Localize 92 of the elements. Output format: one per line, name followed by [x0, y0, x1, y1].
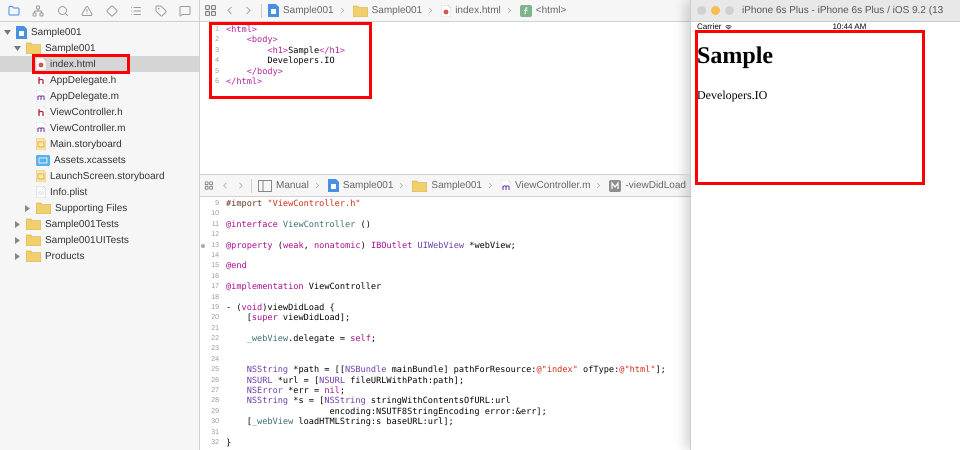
collapse-triangle-icon[interactable]: [14, 236, 20, 244]
time-label: 10:44 AM: [832, 22, 866, 32]
code-line: </html>: [225, 76, 262, 88]
code-line: </body>: [246, 66, 283, 77]
file-tree-item[interactable]: Sample001UITests: [0, 232, 199, 248]
folder-icon: [26, 250, 41, 262]
breadcrumb-item[interactable]: ViewController.m: [501, 178, 590, 193]
folder-icon[interactable]: [8, 4, 20, 16]
function-icon: [520, 4, 532, 16]
window-title: iPhone 6s Plus - iPhone 6s Plus / iOS 9.2 (13: [742, 4, 944, 18]
code-line: <body>: [246, 35, 278, 46]
file-tree-item[interactable]: index.html: [0, 56, 199, 72]
file-tree-item[interactable]: Products: [0, 248, 199, 264]
breadcrumb-item[interactable]: Sample001: [352, 3, 422, 18]
source-file-icon: [501, 180, 511, 192]
page-text: Developers.IO: [697, 87, 768, 104]
code-line: - (void)viewDidLoad {: [225, 302, 335, 314]
project-icon: [328, 179, 339, 192]
file-tree-item[interactable]: Sample001: [0, 24, 199, 40]
project-icon: [16, 26, 27, 38]
code-line: Developers.IO: [266, 56, 335, 67]
folder-icon: [352, 4, 368, 16]
file-tree-item[interactable]: Assets.xcassets: [0, 152, 199, 168]
breadcrumb-item[interactable]: Sample001: [328, 178, 394, 193]
code-line: NSString *s = [NSString stringWithContentsOfURL:url: [246, 396, 511, 407]
header-file-icon: [36, 106, 46, 118]
file-tree-item[interactable]: LaunchScreen.storyboard: [0, 168, 199, 184]
diamond-icon[interactable]: [106, 4, 118, 16]
wifi-icon: [725, 24, 732, 30]
split-view-icon: [258, 180, 272, 192]
search-icon[interactable]: [56, 4, 69, 16]
source-file-icon: [36, 90, 46, 102]
warning-icon[interactable]: [81, 4, 94, 16]
file-tree-item[interactable]: Info.plist: [0, 184, 199, 200]
page-heading: Sample: [697, 42, 774, 71]
code-line: }: [225, 438, 232, 448]
collapse-triangle-icon[interactable]: [14, 252, 20, 260]
code-line: _webView.delegate = self;: [246, 334, 376, 344]
code-line: [super viewDidLoad];: [246, 313, 350, 324]
expand-triangle-icon[interactable]: [4, 28, 10, 36]
comment-icon[interactable]: [178, 4, 191, 16]
file-tree-item[interactable]: ViewController.m: [0, 120, 199, 136]
code-line: <h1>Sample</h1>: [266, 46, 346, 56]
code-line: encoding:NSUTF8StringEncoding error:&err];: [328, 406, 547, 417]
related-items-icon[interactable]: [204, 4, 217, 17]
code-line: #import "ViewController.h": [225, 199, 361, 210]
separator-icon: [486, 181, 495, 190]
code-line: @end: [225, 261, 247, 272]
folder-icon: [26, 42, 41, 54]
file-icon: [36, 186, 46, 198]
folder-icon: [26, 218, 41, 230]
minimize-button[interactable]: [711, 6, 720, 15]
carrier-label: Carrier: [697, 22, 722, 32]
code-line: NSError *err = nil;: [246, 386, 346, 396]
file-tree-item[interactable]: Sample001: [0, 40, 199, 56]
breadcrumb-item[interactable]: Sample001: [268, 3, 334, 18]
document-icon: [441, 4, 452, 16]
code-line: NSURL *url = [NSURL fileURLWithPath:path];: [246, 376, 464, 386]
folder-icon: [412, 180, 428, 192]
code-line: [_webView loadHTMLString:s baseURL:url];: [246, 417, 454, 428]
collapse-triangle-icon[interactable]: [14, 220, 20, 228]
file-tree-item[interactable]: AppDelegate.h: [0, 72, 199, 88]
related-items-icon[interactable]: [204, 179, 214, 192]
breadcrumb-item[interactable]: Manual: [258, 178, 309, 193]
assets-icon: [36, 154, 50, 166]
file-tree-item[interactable]: Supporting Files: [0, 200, 199, 216]
code-line: @implementation ViewController: [225, 282, 382, 293]
breadcrumb-item[interactable]: <html>: [520, 3, 566, 18]
file-tree-item[interactable]: ViewController.h: [0, 104, 199, 120]
expand-triangle-icon[interactable]: [14, 44, 20, 52]
breadcrumb-item[interactable]: index.html: [441, 3, 501, 18]
hierarchy-icon[interactable]: [32, 4, 44, 16]
breadcrumb-item[interactable]: -viewDidLoad: [609, 178, 686, 193]
document-icon: [36, 58, 46, 70]
storyboard-icon: [36, 138, 46, 150]
method-icon: [609, 180, 622, 192]
storyboard-icon: [36, 170, 46, 182]
code-line: NSString *path = [[NSBundle mainBundle] pathForResource:@"index" ofType:@"html"];: [246, 365, 666, 376]
code-line: @interface ViewController (): [225, 220, 371, 230]
file-tree-item[interactable]: Main.storyboard: [0, 136, 199, 152]
code-line: <html>: [225, 25, 258, 36]
source-file-icon: [36, 122, 46, 134]
project-icon: [268, 4, 279, 17]
file-tree-item[interactable]: AppDelegate.m: [0, 88, 199, 104]
file-tree-item[interactable]: Sample001Tests: [0, 216, 199, 232]
tag-icon[interactable]: [154, 4, 167, 16]
folder-icon: [36, 202, 51, 214]
collapse-triangle-icon[interactable]: [24, 204, 30, 212]
breadcrumb-item[interactable]: Sample001: [412, 178, 482, 193]
header-file-icon: [36, 74, 46, 86]
folder-icon: [26, 234, 41, 246]
code-line: @property (weak, nonatomic) IBOutlet UIWebView *webView;: [225, 240, 516, 251]
